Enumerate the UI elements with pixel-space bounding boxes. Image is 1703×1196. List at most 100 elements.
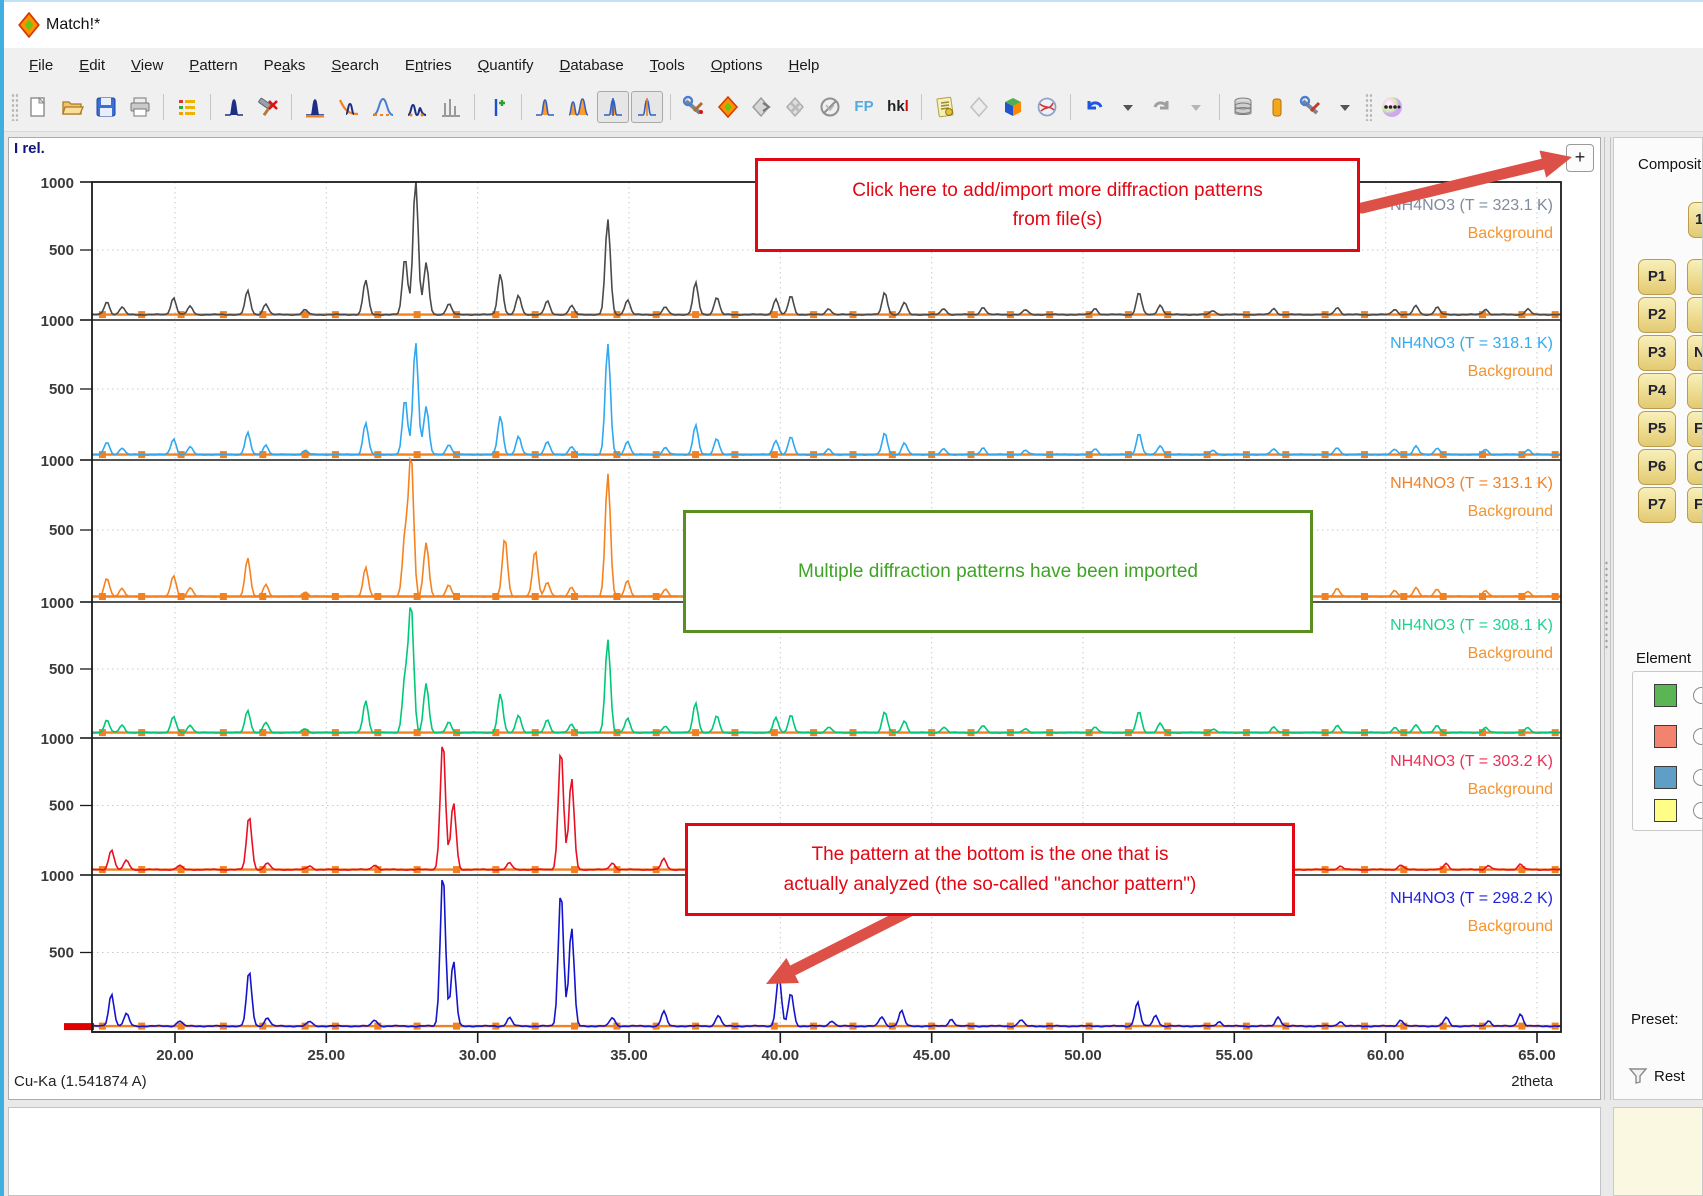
single-peak-icon[interactable] <box>218 91 250 123</box>
svg-text:Background: Background <box>1468 363 1553 380</box>
dropdown-caret-disabled-icon[interactable] <box>1180 91 1212 123</box>
toolbar-grip[interactable] <box>1365 93 1372 121</box>
crystal-structure-icon[interactable] <box>1031 91 1063 123</box>
svg-text:NH4NO3 (T = 323.1 K): NH4NO3 (T = 323.1 K) <box>1390 197 1553 214</box>
svg-text:1000: 1000 <box>41 868 74 885</box>
splitter-handle[interactable] <box>1604 560 1610 650</box>
funnel-icon <box>1628 1066 1648 1086</box>
phase-formula-button-2[interactable] <box>1687 297 1703 333</box>
open-file-icon[interactable] <box>56 91 88 123</box>
toolbar-grip[interactable] <box>11 93 18 121</box>
match-diamond-icon[interactable] <box>712 91 744 123</box>
redo-disabled-icon[interactable] <box>1146 91 1178 123</box>
phase-formula-button-7[interactable]: F <box>1687 487 1703 523</box>
menu-item-quantify[interactable]: Quantify <box>467 53 545 78</box>
svg-text:I rel.: I rel. <box>14 140 45 157</box>
hkl-icon[interactable]: hkl <box>882 91 914 123</box>
unit-cell-icon[interactable] <box>997 91 1029 123</box>
report-icon[interactable] <box>929 91 961 123</box>
undo-icon[interactable] <box>1078 91 1110 123</box>
menu-item-peaks[interactable]: Peaks <box>253 53 317 78</box>
svg-text:500: 500 <box>49 381 74 398</box>
add-peak-icon[interactable] <box>482 91 514 123</box>
menu-item-pattern[interactable]: Pattern <box>178 53 248 78</box>
svg-text:40.00: 40.00 <box>762 1047 800 1064</box>
phase-formula-button-5[interactable]: F <box>1687 411 1703 447</box>
phase-button-p3[interactable]: P3 <box>1638 335 1676 371</box>
fp-icon[interactable]: FP <box>848 91 880 123</box>
raw-bars-icon[interactable] <box>435 91 467 123</box>
phase-button-p7[interactable]: P7 <box>1638 487 1676 523</box>
settings-tools-icon[interactable] <box>1295 91 1327 123</box>
next-entry-icon[interactable] <box>746 91 778 123</box>
subtract-background-icon[interactable] <box>333 91 365 123</box>
dropdown-caret-icon[interactable] <box>1329 91 1361 123</box>
svg-text:50.00: 50.00 <box>1064 1047 1102 1064</box>
svg-text:NH4NO3 (T = 303.2 K): NH4NO3 (T = 303.2 K) <box>1390 753 1553 770</box>
dropdown-caret-icon[interactable] <box>1112 91 1144 123</box>
phase-button-p2[interactable]: P2 <box>1638 297 1676 333</box>
element-radio-2[interactable] <box>1693 728 1703 745</box>
pattern-solid-icon[interactable] <box>529 91 561 123</box>
strip-ka2-icon[interactable] <box>401 91 433 123</box>
callout-add-patterns: Click here to add/import more diffractio… <box>755 158 1360 252</box>
callout-anchor-pattern: The pattern at the bottom is the one tha… <box>685 823 1295 916</box>
menu-item-edit[interactable]: Edit <box>68 53 116 78</box>
restraints-filter-label[interactable]: Rest <box>1654 1068 1685 1085</box>
window-title: Match!* <box>46 16 100 34</box>
menu-item-tools[interactable]: Tools <box>639 53 696 78</box>
menu-item-search[interactable]: Search <box>320 53 390 78</box>
svg-text:NH4NO3 (T = 298.2 K): NH4NO3 (T = 298.2 K) <box>1390 890 1553 907</box>
smooth-curve-icon[interactable] <box>367 91 399 123</box>
element-color-swatch-3[interactable] <box>1654 766 1677 789</box>
peak-list-icon[interactable] <box>171 91 203 123</box>
element-color-swatch-4[interactable] <box>1654 799 1677 822</box>
element-color-swatch-2[interactable] <box>1654 725 1677 748</box>
svg-text:Cu-Ka (1.541874 A): Cu-Ka (1.541874 A) <box>14 1073 147 1090</box>
phase-formula-button-3[interactable]: N <box>1687 335 1703 371</box>
phase-button-p6[interactable]: P6 <box>1638 449 1676 485</box>
phase-button-p1[interactable]: P1 <box>1638 259 1676 295</box>
menu-item-file[interactable]: File <box>18 53 64 78</box>
save-icon[interactable] <box>90 91 122 123</box>
menu-item-database[interactable]: Database <box>549 53 635 78</box>
element-color-swatch-1[interactable] <box>1654 684 1677 707</box>
phase-formula-button-6[interactable]: C <box>1687 449 1703 485</box>
peak-baseline-icon[interactable] <box>299 91 331 123</box>
toolbar-separator <box>474 94 475 120</box>
candidate-ghost-icon[interactable] <box>963 91 995 123</box>
column-icon[interactable] <box>1261 91 1293 123</box>
svg-text:Background: Background <box>1468 781 1553 798</box>
restraints-off-icon[interactable] <box>814 91 846 123</box>
database-icon[interactable] <box>1227 91 1259 123</box>
phase-button-p5[interactable]: P5 <box>1638 411 1676 447</box>
bottom-left-panel <box>8 1107 1601 1196</box>
element-radio-1[interactable] <box>1693 687 1703 704</box>
pattern-fit-icon[interactable] <box>597 91 629 123</box>
menu-item-view[interactable]: View <box>120 53 174 78</box>
phase-formula-button-4[interactable] <box>1687 373 1703 409</box>
toolbar-separator <box>163 94 164 120</box>
search-tools-icon[interactable] <box>678 91 710 123</box>
new-document-icon[interactable] <box>22 91 54 123</box>
print-icon[interactable] <box>124 91 156 123</box>
add-pattern-button[interactable]: + <box>1566 144 1594 172</box>
phase-button-p4[interactable]: P4 <box>1638 373 1676 409</box>
vertical-splitter-line <box>1610 137 1611 1100</box>
svg-text:Background: Background <box>1468 918 1553 935</box>
phase-formula-button-1[interactable] <box>1687 259 1703 295</box>
menu-bar: FileEditViewPatternPeaksSearchEntriesQua… <box>4 48 1703 82</box>
svg-text:60.00: 60.00 <box>1367 1047 1405 1064</box>
toolbar-separator <box>1070 94 1071 120</box>
composition-top-button[interactable]: 1 <box>1688 202 1703 238</box>
edit-peaks-icon[interactable] <box>252 91 284 123</box>
element-radio-4[interactable] <box>1693 802 1703 819</box>
menu-item-options[interactable]: Options <box>700 53 774 78</box>
pattern-fit2-icon[interactable] <box>631 91 663 123</box>
menu-item-help[interactable]: Help <box>777 53 830 78</box>
color-wheel-icon[interactable] <box>1376 91 1408 123</box>
element-radio-3[interactable] <box>1693 769 1703 786</box>
pattern-overlay-icon[interactable] <box>563 91 595 123</box>
delete-entry-icon[interactable] <box>780 91 812 123</box>
menu-item-entries[interactable]: Entries <box>394 53 463 78</box>
